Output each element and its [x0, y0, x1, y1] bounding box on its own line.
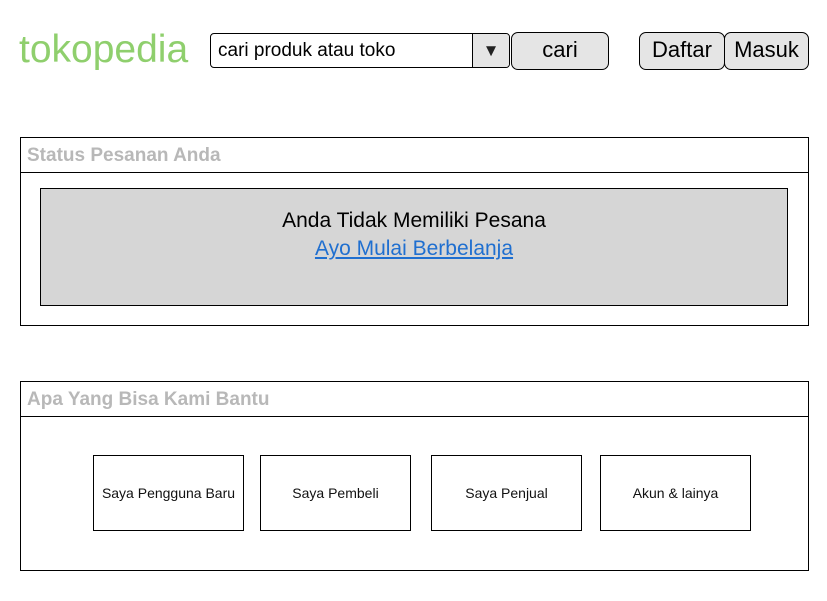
empty-orders-box: Anda Tidak Memiliki Pesana Ayo Mulai Ber… — [40, 188, 788, 306]
start-shopping-link[interactable]: Ayo Mulai Berbelanja — [315, 237, 513, 261]
order-status-header: Status Pesanan Anda — [21, 138, 808, 173]
search-input-value: cari produk atau toko — [218, 40, 396, 61]
login-button[interactable]: Masuk — [724, 32, 809, 70]
search-button[interactable]: cari — [511, 32, 609, 70]
order-status-panel: Status Pesanan Anda Anda Tidak Memiliki … — [20, 137, 809, 326]
empty-orders-message: Anda Tidak Memiliki Pesana — [282, 209, 546, 232]
help-card-seller[interactable]: Saya Penjual — [431, 455, 582, 531]
order-status-title: Status Pesanan Anda — [27, 145, 221, 166]
register-button[interactable]: Daftar — [639, 32, 725, 70]
help-title: Apa Yang Bisa Kami Bantu — [27, 389, 270, 410]
search-dropdown-button[interactable]: ▼ — [472, 34, 509, 67]
help-panel: Apa Yang Bisa Kami Bantu Saya Pengguna B… — [20, 381, 809, 571]
help-card-buyer[interactable]: Saya Pembeli — [260, 455, 411, 531]
help-card-new-user[interactable]: Saya Pengguna Baru — [93, 455, 244, 531]
help-card-account[interactable]: Akun & lainya — [600, 455, 751, 531]
search-input[interactable]: cari produk atau toko ▼ — [210, 33, 510, 68]
triangle-down-icon: ▼ — [482, 41, 500, 60]
tokopedia-logo[interactable]: tokopedia — [19, 27, 188, 73]
help-header: Apa Yang Bisa Kami Bantu — [21, 382, 808, 417]
